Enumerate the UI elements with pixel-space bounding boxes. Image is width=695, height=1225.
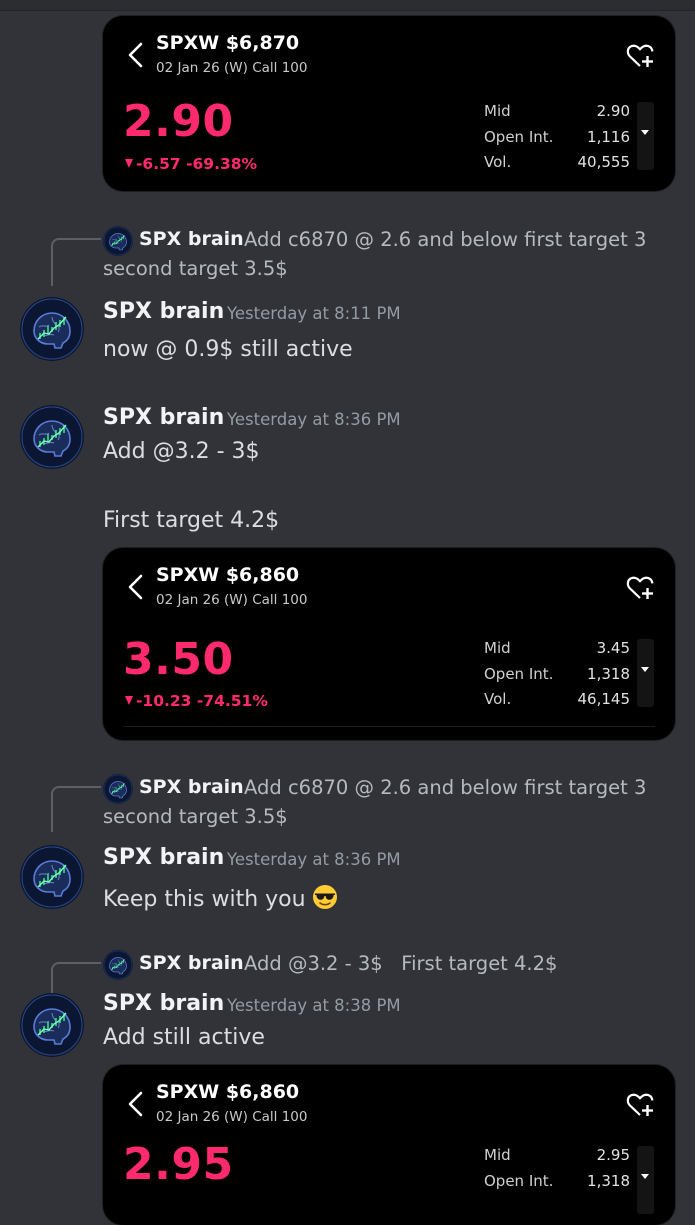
message-author[interactable]: SPX brain (103, 405, 224, 430)
option-ticker: SPXW $6,870 (156, 32, 300, 54)
heart-plus-icon[interactable] (625, 572, 655, 602)
stat-value: 1,116 (587, 127, 630, 146)
message-timestamp: Yesterday at 8:36 PM (227, 850, 401, 869)
stat-value: 46,145 (577, 690, 631, 708)
message-text: Keep this with you (103, 884, 338, 912)
stat-row: Vol. 46,145 (484, 687, 630, 713)
option-quote-card[interactable]: SPXW $6,860 02 Jan 26 (W) Call 100 2.95 … (103, 1065, 675, 1225)
price-change: -10.23 -74.51% (125, 692, 268, 710)
stat-row: Open Int. 1,318 (484, 1169, 630, 1195)
message-text: Add still active (103, 1025, 265, 1050)
stats-expand-button[interactable] (637, 1146, 654, 1214)
back-chevron-icon[interactable] (125, 573, 147, 601)
caret-down-icon (641, 130, 649, 135)
message-author[interactable]: SPX brain (103, 299, 224, 324)
stat-row: Mid 2.95 (484, 1143, 630, 1169)
reply-author[interactable]: SPX brain (139, 776, 244, 798)
quote-stats: Mid 2.95 Open Int. 1,318 (484, 1143, 630, 1194)
sunglasses-emoji-icon (312, 885, 337, 909)
stat-label: Open Int. (484, 127, 554, 146)
reply-avatar[interactable] (103, 774, 133, 804)
reply-connector (51, 962, 101, 994)
message-timestamp: Yesterday at 8:11 PM (227, 304, 401, 323)
message-timestamp: Yesterday at 8:38 PM (227, 996, 401, 1015)
message-author[interactable]: SPX brain (103, 991, 224, 1016)
option-contract: 02 Jan 26 (W) Call 100 (156, 1109, 308, 1125)
stat-label: Mid (484, 102, 511, 120)
stat-row: Open Int. 1,116 (484, 125, 630, 151)
quote-stats: Mid 2.90 Open Int. 1,116 Vol. 40,555 (484, 99, 630, 176)
reply-preview[interactable]: Add c6870 @ 2.6 and below first target 3 (244, 228, 646, 251)
card-divider (123, 726, 655, 727)
stat-row: Vol. 40,555 (484, 150, 630, 176)
top-bar (0, 0, 695, 11)
reply-preview-cont[interactable]: second target 3.5$ (103, 805, 288, 828)
option-contract: 02 Jan 26 (W) Call 100 (156, 592, 308, 608)
reply-connector (51, 786, 101, 832)
option-ticker: SPXW $6,860 (156, 564, 300, 586)
stats-expand-button[interactable] (637, 639, 654, 707)
stat-label: Open Int. (484, 1171, 554, 1190)
down-triangle-icon (125, 159, 133, 168)
back-chevron-icon[interactable] (125, 41, 147, 69)
message-timestamp: Yesterday at 8:36 PM (227, 410, 401, 429)
stat-value: 2.95 (596, 1146, 630, 1164)
caret-down-icon (641, 667, 649, 672)
stats-expand-button[interactable] (637, 102, 654, 170)
heart-plus-icon[interactable] (625, 40, 655, 70)
reply-avatar[interactable] (103, 950, 133, 980)
reply-preview[interactable]: Add @3.2 - 3$ First target 4.2$ (244, 952, 557, 975)
reply-author[interactable]: SPX brain (139, 952, 244, 974)
message-text: now @ 0.9$ still active (103, 337, 353, 362)
stat-label: Vol. (484, 153, 512, 171)
user-avatar[interactable] (20, 993, 84, 1057)
reply-preview-cont[interactable]: second target 3.5$ (103, 257, 288, 280)
stat-value: 3.45 (596, 639, 630, 657)
user-avatar[interactable] (20, 405, 84, 469)
option-quote-card[interactable]: SPXW $6,860 02 Jan 26 (W) Call 100 3.50 … (103, 548, 675, 740)
stat-value: 2.90 (596, 102, 630, 120)
caret-down-icon (641, 1174, 649, 1179)
option-price: 3.50 (123, 634, 234, 685)
message-text-content: Keep this with you (103, 887, 306, 912)
quote-stats: Mid 3.45 Open Int. 1,318 Vol. 46,145 (484, 636, 630, 713)
reply-preview[interactable]: Add c6870 @ 2.6 and below first target 3 (244, 776, 646, 799)
price-change-value: -10.23 -74.51% (136, 692, 268, 710)
option-contract: 02 Jan 26 (W) Call 100 (156, 60, 308, 76)
stat-label: Mid (484, 639, 511, 657)
reply-avatar[interactable] (103, 226, 133, 256)
message-author[interactable]: SPX brain (103, 845, 224, 870)
option-price: 2.90 (123, 96, 234, 147)
back-chevron-icon[interactable] (125, 1090, 147, 1118)
stat-value: 1,318 (587, 664, 630, 683)
stat-label: Open Int. (484, 664, 554, 683)
user-avatar[interactable] (20, 845, 84, 909)
option-ticker: SPXW $6,860 (156, 1081, 300, 1103)
price-change-value: -6.57 -69.38% (136, 155, 258, 173)
stat-value: 40,555 (577, 153, 631, 171)
down-triangle-icon (125, 696, 133, 705)
stat-row: Open Int. 1,318 (484, 662, 630, 688)
stat-row: Mid 3.45 (484, 636, 630, 662)
reply-connector (51, 238, 101, 286)
stat-row: Mid 2.90 (484, 99, 630, 125)
option-quote-card[interactable]: SPXW $6,870 02 Jan 26 (W) Call 100 2.90 … (103, 16, 675, 191)
price-change: -6.57 -69.38% (125, 155, 257, 173)
stat-label: Vol. (484, 690, 512, 708)
stat-value: 1,318 (587, 1171, 630, 1190)
user-avatar[interactable] (20, 297, 84, 361)
stat-label: Mid (484, 1146, 511, 1164)
option-price: 2.95 (123, 1139, 234, 1190)
heart-plus-icon[interactable] (625, 1089, 655, 1119)
message-text: Add @3.2 - 3$ (103, 439, 260, 464)
message-text: First target 4.2$ (103, 508, 280, 533)
reply-author[interactable]: SPX brain (139, 228, 244, 250)
